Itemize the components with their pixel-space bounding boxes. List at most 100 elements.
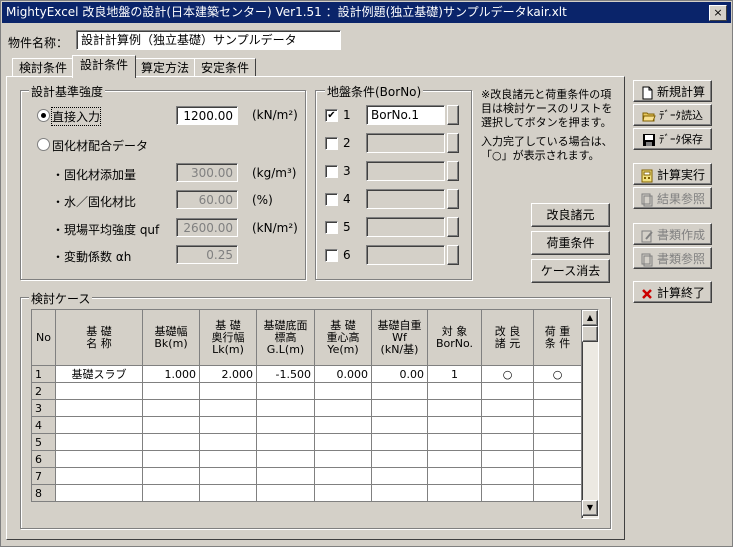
ground-row-6-field[interactable]	[366, 245, 445, 265]
table-cell[interactable]	[314, 450, 372, 468]
table-cell[interactable]	[533, 433, 582, 451]
table-cell[interactable]	[55, 399, 143, 417]
table-cell[interactable]	[314, 433, 372, 451]
table-cell[interactable]	[314, 399, 372, 417]
table-cell[interactable]	[142, 467, 200, 485]
table-cell[interactable]	[533, 467, 582, 485]
tab-kentou-jouken[interactable]: 検討条件	[12, 58, 74, 77]
doc-view-button[interactable]: 書類参照	[633, 247, 712, 269]
table-cell[interactable]	[142, 416, 200, 434]
direct-input-field[interactable]: 1200.00	[176, 106, 238, 125]
table-cell[interactable]	[481, 467, 534, 485]
table-cell[interactable]	[142, 433, 200, 451]
table-cell[interactable]	[199, 450, 257, 468]
table-cell[interactable]	[533, 399, 582, 417]
table-cell[interactable]	[256, 484, 315, 502]
load-condition-button[interactable]: 荷重条件	[531, 231, 610, 255]
doc-create-button[interactable]: 書類作成	[633, 223, 712, 245]
table-cell[interactable]: 8	[31, 484, 56, 502]
table-cell[interactable]	[256, 382, 315, 400]
run-calc-button[interactable]: 計算実行	[633, 163, 712, 185]
scroll-thumb[interactable]	[582, 326, 598, 342]
ground-row-3-field[interactable]	[366, 161, 445, 181]
table-cell[interactable]	[142, 382, 200, 400]
table-cell[interactable]: 2.000	[199, 365, 257, 383]
table-cell[interactable]: ○	[533, 365, 582, 383]
ground-row-1-field[interactable]: BorNo.1	[366, 105, 445, 125]
ground-row-6-select-button[interactable]	[447, 245, 459, 265]
table-cell[interactable]	[314, 467, 372, 485]
table-cell[interactable]	[427, 399, 482, 417]
table-cell[interactable]	[314, 416, 372, 434]
table-cell[interactable]	[256, 416, 315, 434]
table-cell[interactable]	[371, 416, 428, 434]
table-row[interactable]: 4	[31, 416, 582, 434]
delete-case-button[interactable]: ケース消去	[531, 259, 610, 283]
table-cell[interactable]	[256, 433, 315, 451]
table-cell[interactable]	[371, 450, 428, 468]
table-cell[interactable]	[481, 484, 534, 502]
table-cell[interactable]: 4	[31, 416, 56, 434]
table-row[interactable]: 8	[31, 484, 582, 502]
table-cell[interactable]: -1.500	[256, 365, 315, 383]
table-cell[interactable]	[199, 399, 257, 417]
table-cell[interactable]	[371, 382, 428, 400]
ground-row-2-select-button[interactable]	[447, 133, 459, 153]
scroll-up-button[interactable]: ▲	[582, 310, 598, 326]
ground-row-4-checkbox[interactable]	[325, 193, 338, 206]
ground-row-5-checkbox[interactable]	[325, 221, 338, 234]
table-cell[interactable]	[533, 416, 582, 434]
table-cell[interactable]: ○	[481, 365, 534, 383]
table-cell[interactable]	[55, 382, 143, 400]
direct-input-radio[interactable]	[37, 109, 50, 122]
table-cell[interactable]: 7	[31, 467, 56, 485]
table-cell[interactable]	[371, 433, 428, 451]
table-row[interactable]: 5	[31, 433, 582, 451]
ground-row-5-field[interactable]	[366, 217, 445, 237]
improve-spec-button[interactable]: 改良諸元	[531, 203, 610, 227]
table-row[interactable]: 6	[31, 450, 582, 468]
table-cell[interactable]	[481, 382, 534, 400]
tab-sekkei-jouken[interactable]: 設計条件	[72, 55, 136, 78]
table-cell[interactable]	[55, 467, 143, 485]
table-cell[interactable]	[142, 399, 200, 417]
direct-input-label[interactable]: 直接入力	[50, 107, 102, 126]
table-cell[interactable]	[481, 433, 534, 451]
table-cell[interactable]	[142, 450, 200, 468]
table-cell[interactable]	[55, 416, 143, 434]
ground-row-1-select-button[interactable]	[447, 105, 459, 125]
table-cell[interactable]: 基礎スラブ	[55, 365, 143, 383]
ground-row-3-select-button[interactable]	[447, 161, 459, 181]
table-cell[interactable]: 5	[31, 433, 56, 451]
table-row[interactable]: 2	[31, 382, 582, 400]
table-cell[interactable]	[55, 484, 143, 502]
mix-data-radio[interactable]	[37, 138, 50, 151]
table-row[interactable]: 3	[31, 399, 582, 417]
table-cell[interactable]	[481, 416, 534, 434]
table-cell[interactable]: 1	[427, 365, 482, 383]
new-calc-button[interactable]: 新規計算	[633, 80, 712, 102]
table-cell[interactable]	[199, 484, 257, 502]
table-cell[interactable]	[199, 467, 257, 485]
property-name-input[interactable]: 設計計算例（独立基礎）サンプルデータ	[76, 30, 341, 50]
table-cell[interactable]	[256, 399, 315, 417]
table-cell[interactable]	[199, 433, 257, 451]
table-cell[interactable]	[481, 399, 534, 417]
save-data-button[interactable]: ﾃﾞｰﾀ保存	[633, 128, 712, 150]
ground-row-2-checkbox[interactable]	[325, 137, 338, 150]
ground-row-4-select-button[interactable]	[447, 189, 459, 209]
ground-row-6-checkbox[interactable]	[325, 249, 338, 262]
table-cell[interactable]: 0.000	[314, 365, 372, 383]
table-cell[interactable]	[256, 467, 315, 485]
table-cell[interactable]	[533, 484, 582, 502]
ground-row-4-field[interactable]	[366, 189, 445, 209]
table-cell[interactable]	[427, 433, 482, 451]
scroll-down-button[interactable]: ▼	[582, 500, 598, 516]
table-cell[interactable]	[371, 399, 428, 417]
table-cell[interactable]	[256, 450, 315, 468]
ground-row-2-field[interactable]	[366, 133, 445, 153]
tab-santei-houhou[interactable]: 算定方法	[135, 58, 195, 77]
result-view-button[interactable]: 結果参照	[633, 187, 712, 209]
table-cell[interactable]	[199, 382, 257, 400]
table-cell[interactable]	[427, 484, 482, 502]
